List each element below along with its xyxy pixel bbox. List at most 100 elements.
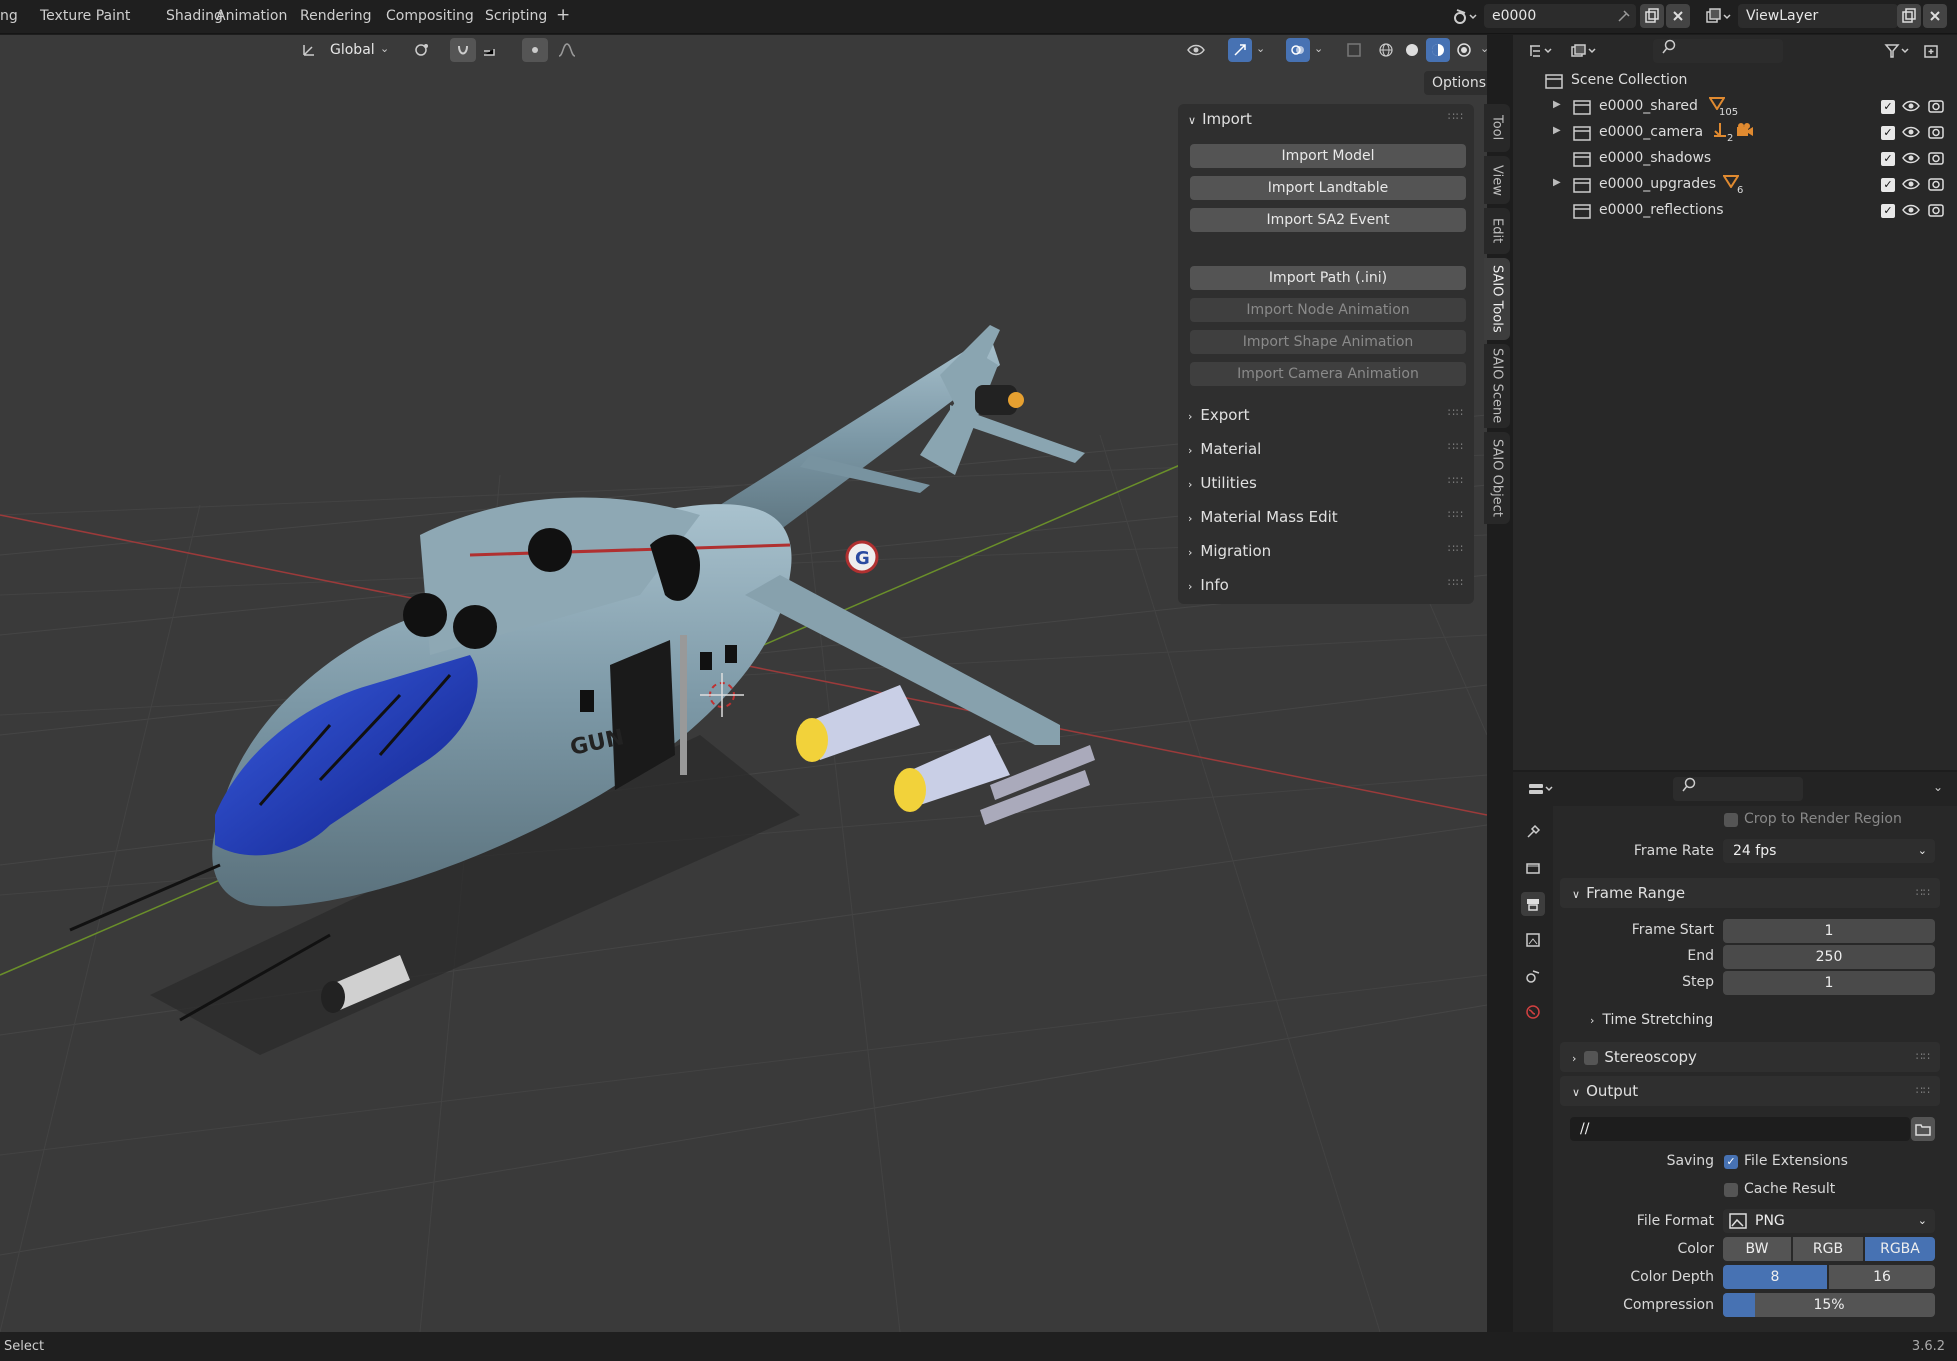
drag-handle-icon[interactable]: ∷∷ [1448, 474, 1464, 487]
import-sa2-event-button[interactable]: Import SA2 Event [1190, 208, 1466, 232]
tab-edit[interactable]: Edit [1484, 208, 1510, 254]
output-tab-icon[interactable] [1521, 892, 1545, 916]
eye-icon[interactable] [1901, 98, 1921, 118]
rendered-shading-icon[interactable] [1452, 38, 1476, 62]
frame-rate-dropdown[interactable]: 24 fps ⌄ [1723, 839, 1935, 863]
snap-icon[interactable] [450, 38, 476, 62]
import-section-header[interactable]: ∨ Import [1188, 110, 1252, 128]
wireframe-shading-icon[interactable] [1374, 38, 1398, 62]
exclude-checkbox[interactable]: ✓ [1881, 100, 1895, 114]
camera-render-icon[interactable] [1927, 98, 1945, 118]
tab-view[interactable]: View [1484, 156, 1510, 204]
camera-render-icon[interactable] [1927, 150, 1945, 170]
import-landtable-button[interactable]: Import Landtable [1190, 176, 1466, 200]
color-rgba-option[interactable]: RGBA [1865, 1237, 1935, 1261]
properties-search-input[interactable] [1673, 777, 1803, 801]
overlays-chevron-icon[interactable]: ⌄ [1314, 42, 1323, 55]
color-bw-option[interactable]: BW [1723, 1237, 1791, 1261]
tab-saio-object[interactable]: SAIO Object [1484, 432, 1510, 524]
tab-saio-scene[interactable]: SAIO Scene [1484, 344, 1510, 428]
gizmo-chevron-icon[interactable]: ⌄ [1256, 42, 1265, 55]
drag-handle-icon[interactable]: ∷∷ [1916, 1042, 1930, 1072]
view-layer-tab-icon[interactable] [1521, 928, 1545, 952]
material-section-header[interactable]: › Material [1188, 440, 1261, 458]
camera-render-icon[interactable] [1927, 202, 1945, 222]
workspace-tab-rendering[interactable]: Rendering [300, 8, 372, 24]
workspace-tab-partial[interactable]: ng [0, 8, 18, 24]
pin-icon[interactable] [1612, 4, 1636, 28]
tool-tab-icon[interactable] [1521, 820, 1545, 844]
drag-handle-icon[interactable]: ∷∷ [1448, 440, 1464, 453]
drag-handle-icon[interactable]: ∷∷ [1916, 1076, 1930, 1106]
info-section-header[interactable]: › Info [1188, 576, 1229, 594]
color-depth-8-option[interactable]: 8 [1723, 1265, 1827, 1289]
time-stretching-subpanel[interactable]: › Time Stretching [1590, 1012, 1713, 1028]
tab-saio-tools[interactable]: SAIO Tools [1484, 258, 1510, 340]
transform-orientation-icon[interactable] [296, 38, 322, 62]
compression-slider[interactable]: 15% [1723, 1293, 1935, 1317]
shading-chevron-icon[interactable]: ⌄ [1480, 42, 1487, 55]
new-collection-icon[interactable] [1919, 39, 1943, 63]
gizmo-toggle-icon[interactable] [1228, 38, 1252, 62]
overlays-toggle-icon[interactable] [1286, 38, 1310, 62]
exclude-checkbox[interactable]: ✓ [1881, 126, 1895, 140]
export-section-header[interactable]: › Export [1188, 406, 1250, 424]
color-depth-16-option[interactable]: 16 [1829, 1265, 1935, 1289]
options-dropdown[interactable]: Options ⌄ [1424, 71, 1487, 95]
view-layer-icon[interactable] [1700, 4, 1736, 28]
drag-handle-icon[interactable]: ∷∷ [1916, 878, 1930, 908]
collection-row[interactable]: e0000_reflections ✓ [1513, 198, 1957, 224]
delete-view-layer-icon[interactable] [1923, 4, 1947, 28]
output-path-input[interactable]: // [1570, 1117, 1910, 1141]
drag-handle-icon[interactable]: ∷∷ [1448, 110, 1464, 123]
crop-checkbox[interactable] [1724, 813, 1738, 827]
frame-step-field[interactable]: 1 [1723, 971, 1935, 995]
color-rgb-option[interactable]: RGB [1793, 1237, 1863, 1261]
output-panel-header[interactable]: ∨ Output ∷∷ [1560, 1076, 1940, 1106]
exclude-checkbox[interactable]: ✓ [1881, 152, 1895, 166]
scene-collection-row[interactable]: Scene Collection [1513, 68, 1957, 94]
new-view-layer-icon[interactable] [1897, 4, 1921, 28]
snap-target-icon[interactable] [476, 38, 512, 62]
stereoscopy-checkbox[interactable] [1584, 1050, 1599, 1065]
utilities-section-header[interactable]: › Utilities [1188, 474, 1257, 492]
import-camera-animation-button[interactable]: Import Camera Animation [1190, 362, 1466, 386]
import-path-button[interactable]: Import Path (.ini) [1190, 266, 1466, 290]
view-layer-field[interactable]: ViewLayer [1738, 4, 1898, 28]
material-mass-edit-section-header[interactable]: › Material Mass Edit [1188, 508, 1338, 526]
collection-row[interactable]: e0000_shadows ✓ [1513, 146, 1957, 172]
delete-scene-icon[interactable] [1666, 4, 1690, 28]
pivot-point-icon[interactable] [408, 38, 444, 62]
file-format-dropdown[interactable]: PNG ⌄ [1723, 1209, 1935, 1233]
xray-toggle-icon[interactable] [1342, 38, 1366, 62]
drag-handle-icon[interactable]: ∷∷ [1448, 576, 1464, 589]
migration-section-header[interactable]: › Migration [1188, 542, 1271, 560]
solid-shading-icon[interactable] [1400, 38, 1424, 62]
tab-tool[interactable]: Tool [1484, 104, 1510, 152]
workspace-tab-scripting[interactable]: Scripting [485, 8, 547, 24]
collection-row[interactable]: ▶ e0000_upgrades 6 ✓ [1513, 172, 1957, 198]
workspace-tab-shading[interactable]: Shading [166, 8, 223, 24]
expand-arrow-icon[interactable]: ▶ [1553, 177, 1561, 188]
frame-start-field[interactable]: 1 [1723, 919, 1935, 943]
collection-row[interactable]: ▶ e0000_camera 2 ✓ [1513, 120, 1957, 146]
expand-arrow-icon[interactable]: ▶ [1553, 99, 1561, 110]
expand-arrow-icon[interactable]: ▶ [1553, 125, 1561, 136]
drag-handle-icon[interactable]: ∷∷ [1448, 406, 1464, 419]
file-extensions-checkbox[interactable]: ✓ [1724, 1155, 1738, 1169]
workspace-tab-texture-paint[interactable]: Texture Paint [40, 8, 130, 24]
exclude-checkbox[interactable]: ✓ [1881, 204, 1895, 218]
visibility-selectability-icon[interactable] [1180, 38, 1220, 62]
camera-render-icon[interactable] [1927, 176, 1945, 196]
drag-handle-icon[interactable]: ∷∷ [1448, 508, 1464, 521]
editor-type-icon[interactable] [1523, 777, 1559, 801]
filter-view-layer-icon[interactable] [1565, 39, 1601, 63]
camera-render-icon[interactable] [1927, 124, 1945, 144]
exclude-checkbox[interactable]: ✓ [1881, 178, 1895, 192]
import-node-animation-button[interactable]: Import Node Animation [1190, 298, 1466, 322]
falloff-icon[interactable] [552, 38, 588, 62]
workspace-tab-animation[interactable]: Animation [216, 8, 287, 24]
drag-handle-icon[interactable]: ∷∷ [1448, 542, 1464, 555]
eye-icon[interactable] [1901, 202, 1921, 222]
cache-result-checkbox[interactable] [1724, 1183, 1738, 1197]
